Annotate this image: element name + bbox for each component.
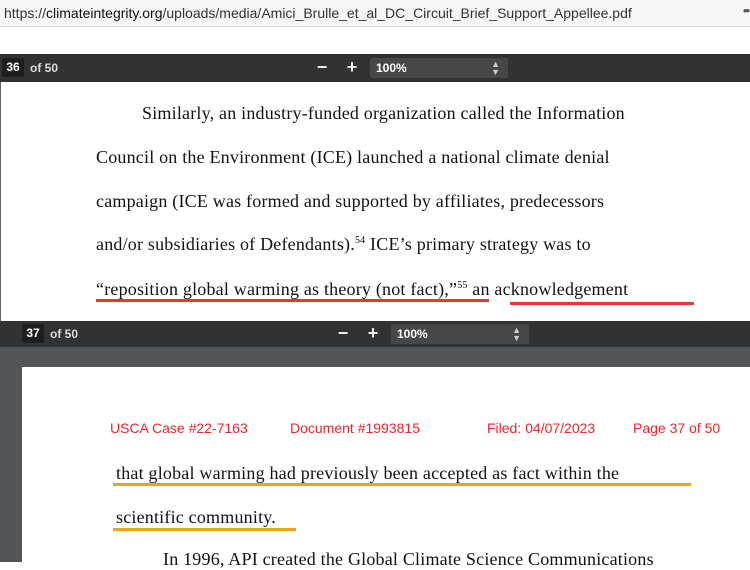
zoom-select[interactable]: 100% ▲ ▼ (370, 58, 508, 78)
select-arrows-icon: ▲ ▼ (512, 325, 521, 343)
orange-underline (113, 483, 691, 486)
case-number: USCA Case #22-7163 (110, 420, 248, 436)
page-number-input[interactable]: 37 (22, 324, 44, 343)
red-underline (510, 302, 694, 305)
url-path: /uploads/media/Amici_Brulle_et_al_DC_Cir… (162, 5, 632, 21)
orange-underline (113, 528, 296, 531)
pdf-page-37: USCA Case #22-7163 Document #1993815 Fil… (22, 367, 750, 569)
zoom-out-button[interactable]: − (312, 57, 332, 77)
footnote-marker: 55 (457, 280, 468, 291)
text-line: Council on the Environment (ICE) launche… (96, 147, 610, 167)
pdf-toolbar-bottom: 37 of 50 − + 100% ▲ ▼ (0, 321, 750, 347)
text-line: and/or subsidiaries of Defendants).54 IC… (96, 234, 591, 255)
browser-gap (0, 27, 750, 54)
zoom-value: 100% (397, 327, 428, 341)
text-segment: an acknowledgement (472, 279, 629, 299)
page-indicator: Page 37 of 50 (633, 420, 721, 436)
url-text[interactable]: https://climateintegrity.org/uploads/med… (4, 5, 632, 21)
more-icon[interactable]: •• (743, 3, 750, 18)
select-arrows-icon: ▲ ▼ (491, 59, 500, 77)
text-segment: and/or subsidiaries of Defendants). (96, 234, 355, 254)
footnote-marker: 54 (354, 235, 366, 246)
page-count: of 50 (30, 61, 59, 75)
zoom-in-button[interactable]: + (342, 57, 362, 77)
zoom-out-button[interactable]: − (333, 323, 353, 343)
address-bar[interactable]: https://climateintegrity.org/uploads/med… (0, 0, 750, 27)
pdf-toolbar-top: 36 of 50 − + 100% ▲ ▼ (0, 54, 750, 82)
zoom-value: 100% (376, 61, 407, 75)
zoom-in-button[interactable]: + (363, 323, 383, 343)
page-number-input[interactable]: 36 (2, 58, 24, 77)
text-line: In 1996, API created the Global Climate … (163, 549, 654, 569)
text-line: Similarly, an industry-funded organizati… (142, 103, 625, 123)
filed-date: Filed: 04/07/2023 (487, 420, 596, 436)
url-scheme: https:// (4, 5, 47, 21)
zoom-select[interactable]: 100% ▲ ▼ (391, 324, 529, 344)
page-count: of 50 (50, 327, 79, 341)
text-segment: ICE’s primary strategy was to (370, 234, 591, 254)
text-line: “reposition global warming as theory (no… (96, 279, 628, 300)
red-underline (96, 299, 489, 302)
pdf-page-36: Similarly, an industry-funded organizati… (0, 82, 750, 321)
pdf-viewer-bottom[interactable]: USCA Case #22-7163 Document #1993815 Fil… (0, 347, 750, 569)
text-line: scientific community. (116, 507, 276, 527)
text-line: campaign (ICE was formed and supported b… (96, 191, 605, 211)
document-number: Document #1993815 (290, 420, 420, 436)
url-host: climateintegrity.org (46, 5, 163, 21)
text-segment: “reposition global warming as theory (no… (96, 279, 458, 299)
text-line: that global warming had previously been … (116, 463, 620, 483)
